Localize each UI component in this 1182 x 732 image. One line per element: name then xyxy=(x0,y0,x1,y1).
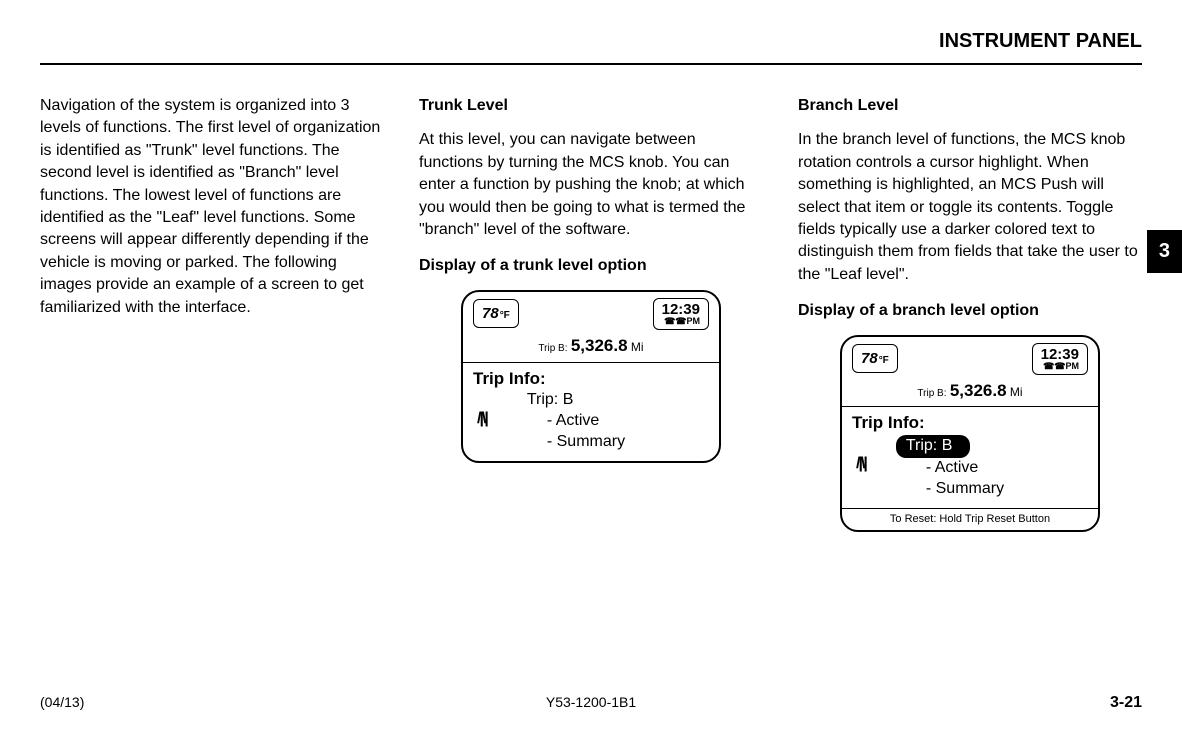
option-active: - Active xyxy=(876,458,1004,479)
temperature-unit: °F xyxy=(879,354,889,368)
display-main: Trip Info: /|\| Trip: B - Active - Summa… xyxy=(842,406,1098,507)
time-value: 12:39 xyxy=(1041,347,1079,362)
display-main: Trip Info: /|\| Trip: B - Active - Summa… xyxy=(463,362,719,461)
temperature-value: 78 xyxy=(861,348,878,369)
time-period: ☎☎PM xyxy=(662,317,700,326)
trunk-level-paragraph: At this level, you can navigate between … xyxy=(419,129,763,241)
trip-unit: Mi xyxy=(631,340,644,354)
compass-icon: /|\| xyxy=(477,408,487,430)
footer-date: (04/13) xyxy=(40,694,84,712)
column-1: Navigation of the system is organized in… xyxy=(40,95,384,532)
page-footer: (04/13) Y53-1200-1B1 3-21 xyxy=(40,694,1142,712)
display-title: Trip Info: xyxy=(473,367,709,391)
option-summary: - Summary xyxy=(497,432,625,453)
display-options: Trip: B - Active - Summary xyxy=(876,435,1004,499)
branch-display-heading: Display of a branch level option xyxy=(798,300,1142,322)
time-box: 12:39 ☎☎PM xyxy=(1032,343,1088,375)
trip-line-highlighted: Trip: B xyxy=(876,435,1004,458)
temperature-value: 78 xyxy=(482,303,499,324)
highlighted-trip: Trip: B xyxy=(896,435,971,458)
branch-level-display: 78 °F 12:39 ☎☎PM Trip B: 5,326.8 Mi Trip… xyxy=(840,335,1100,532)
temperature-box: 78 °F xyxy=(473,299,519,328)
time-box: 12:39 ☎☎PM xyxy=(653,298,709,330)
trip-label: Trip B: xyxy=(917,388,946,399)
display-top-bar: 78 °F 12:39 ☎☎PM xyxy=(463,292,719,332)
display-row: /|\| Trip: B - Active - Summary xyxy=(852,435,1088,499)
option-active: - Active xyxy=(497,411,625,432)
page-header: INSTRUMENT PANEL xyxy=(40,30,1142,65)
branch-level-heading: Branch Level xyxy=(798,95,1142,117)
trip-label: Trip B: xyxy=(538,343,567,354)
reset-note: To Reset: Hold Trip Reset Button xyxy=(842,508,1098,530)
column-2: Trunk Level At this level, you can navig… xyxy=(419,95,763,532)
content-area: Navigation of the system is organized in… xyxy=(40,95,1142,532)
footer-page-number: 3-21 xyxy=(1110,694,1142,712)
header-title: INSTRUMENT PANEL xyxy=(939,30,1142,52)
display-row: /|\| Trip: B - Active - Summary xyxy=(473,390,709,452)
display-title: Trip Info: xyxy=(852,411,1088,435)
trunk-level-heading: Trunk Level xyxy=(419,95,763,117)
trip-info-line: Trip B: 5,326.8 Mi xyxy=(463,332,719,362)
intro-paragraph: Navigation of the system is organized in… xyxy=(40,95,384,319)
option-summary: - Summary xyxy=(876,479,1004,500)
trip-info-line: Trip B: 5,326.8 Mi xyxy=(842,377,1098,407)
compass-icon: /|\| xyxy=(856,453,866,475)
column-3: Branch Level In the branch level of func… xyxy=(798,95,1142,532)
time-value: 12:39 xyxy=(662,302,700,317)
trunk-display-heading: Display of a trunk level option xyxy=(419,255,763,277)
temperature-box: 78 °F xyxy=(852,344,898,373)
temperature-unit: °F xyxy=(500,309,510,323)
trip-unit: Mi xyxy=(1010,385,1023,399)
display-options: Trip: B - Active - Summary xyxy=(497,390,625,452)
trip-value: 5,326.8 xyxy=(950,381,1007,400)
branch-level-paragraph: In the branch level of functions, the MC… xyxy=(798,129,1142,286)
display-top-bar: 78 °F 12:39 ☎☎PM xyxy=(842,337,1098,377)
time-period: ☎☎PM xyxy=(1041,362,1079,371)
trip-value: 5,326.8 xyxy=(571,336,628,355)
trunk-level-display: 78 °F 12:39 ☎☎PM Trip B: 5,326.8 Mi Trip… xyxy=(461,290,721,463)
footer-doc-number: Y53-1200-1B1 xyxy=(546,694,636,710)
trip-line: Trip: B xyxy=(497,390,625,411)
chapter-tab: 3 xyxy=(1147,230,1182,273)
